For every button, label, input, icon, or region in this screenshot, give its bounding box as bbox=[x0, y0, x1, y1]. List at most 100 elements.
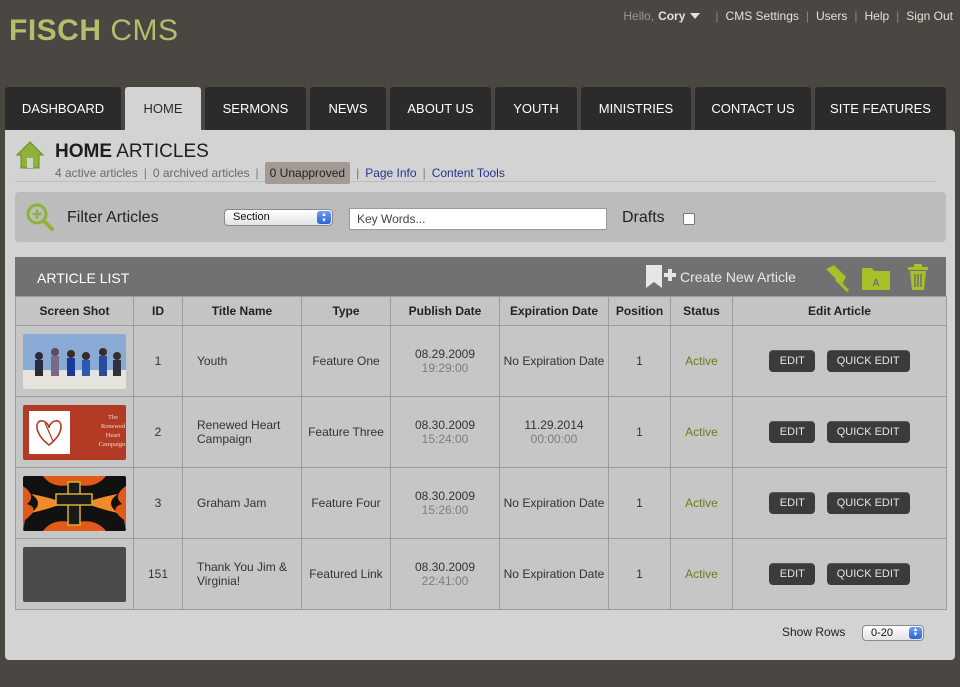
row-publish-date: 08.30.2009 15:24:00 bbox=[390, 396, 500, 468]
status-badge[interactable]: Active bbox=[670, 538, 733, 610]
main-nav-tabs: DASHBOARD HOME SERMONS NEWS ABOUT US YOU… bbox=[5, 87, 950, 130]
unapproved-badge[interactable]: 0 Unapproved bbox=[264, 162, 351, 184]
table-row: The Renewed Heart Campaign 2 Renewed Heart … bbox=[15, 396, 947, 468]
content-tools-link[interactable]: Content Tools bbox=[432, 166, 505, 180]
article-table: Screen Shot ID Title Name Type Publish D… bbox=[15, 296, 947, 610]
users-link[interactable]: Users bbox=[816, 9, 847, 23]
tab-site-features[interactable]: SITE FEATURES bbox=[815, 87, 946, 130]
row-position: 1 bbox=[608, 325, 671, 397]
status-badge[interactable]: Active bbox=[670, 396, 733, 468]
tab-sermons[interactable]: SERMONS bbox=[205, 87, 306, 130]
col-type[interactable]: Type bbox=[301, 296, 391, 326]
quick-edit-button[interactable]: QUICK EDIT bbox=[826, 492, 910, 514]
quick-edit-button[interactable]: QUICK EDIT bbox=[826, 563, 910, 585]
row-title[interactable]: Thank You Jim & Virginia! bbox=[182, 538, 302, 610]
greeting: Hello, bbox=[623, 9, 655, 23]
col-title-name[interactable]: Title Name bbox=[182, 296, 302, 326]
table-row: 151 Thank You Jim & Virginia! Featured L… bbox=[15, 538, 947, 610]
edit-button[interactable]: EDIT bbox=[769, 492, 816, 514]
row-title[interactable]: Graham Jam bbox=[182, 467, 302, 539]
row-title[interactable]: Youth bbox=[182, 325, 302, 397]
rows-per-page-select[interactable]: 0-20 ▲ ▼ bbox=[862, 625, 924, 641]
filter-bar: Filter Articles Section ▲▼ Drafts bbox=[15, 192, 946, 242]
show-rows-label: Show Rows bbox=[782, 625, 846, 639]
col-position[interactable]: Position bbox=[608, 296, 671, 326]
edit-button[interactable]: EDIT bbox=[769, 421, 816, 443]
row-id: 1 bbox=[133, 325, 183, 397]
svg-text:A: A bbox=[872, 278, 879, 289]
select-arrows-icon: ▲ ▼ bbox=[317, 211, 331, 224]
row-expiration-date: 11.29.2014 00:00:00 bbox=[499, 396, 609, 468]
trash-icon[interactable] bbox=[902, 261, 934, 293]
page-info-link[interactable]: Page Info bbox=[365, 166, 416, 180]
tab-youth[interactable]: YOUTH bbox=[495, 87, 577, 130]
archived-count: 0 archived articles bbox=[152, 166, 250, 180]
row-actions: EDIT QUICK EDIT bbox=[732, 467, 947, 539]
create-article-button[interactable]: Create New Article bbox=[680, 269, 796, 285]
row-publish-date: 08.30.2009 22:41:00 bbox=[390, 538, 500, 610]
user-name[interactable]: Cory bbox=[658, 9, 685, 23]
filter-label: Filter Articles bbox=[67, 209, 159, 226]
row-position: 1 bbox=[608, 396, 671, 468]
table-row: 1 Youth Feature One 08.29.2009 19:29:00 … bbox=[15, 325, 947, 397]
quick-edit-button[interactable]: QUICK EDIT bbox=[826, 350, 910, 372]
page-title: HOME ARTICLES bbox=[55, 141, 209, 162]
table-header-row: Screen Shot ID Title Name Type Publish D… bbox=[15, 296, 947, 326]
help-link[interactable]: Help bbox=[864, 9, 889, 23]
create-article-icon[interactable] bbox=[643, 262, 677, 294]
row-type: Feature Four bbox=[301, 467, 391, 539]
sign-out-link[interactable]: Sign Out bbox=[906, 9, 953, 23]
drafts-checkbox[interactable] bbox=[683, 213, 695, 225]
tab-contact-us[interactable]: CONTACT US bbox=[695, 87, 811, 130]
tab-ministries[interactable]: MINISTRIES bbox=[581, 87, 691, 130]
article-list-header: ARTICLE LIST Create New Article A bbox=[15, 257, 946, 296]
tab-news[interactable]: NEWS bbox=[310, 87, 386, 130]
row-type: Feature One bbox=[301, 325, 391, 397]
col-status[interactable]: Status bbox=[670, 296, 733, 326]
pushpin-icon[interactable] bbox=[820, 261, 852, 293]
drafts-label: Drafts bbox=[622, 209, 665, 226]
archive-folder-icon[interactable]: A bbox=[860, 261, 892, 293]
row-position: 1 bbox=[608, 467, 671, 539]
flame-cross-thumbnail[interactable] bbox=[23, 475, 126, 531]
select-arrows-icon: ▲ ▼ bbox=[909, 627, 922, 639]
col-screen-shot[interactable]: Screen Shot bbox=[15, 296, 134, 326]
row-title[interactable]: Renewed Heart Campaign bbox=[182, 396, 302, 468]
status-badge[interactable]: Active bbox=[670, 325, 733, 397]
keywords-input[interactable] bbox=[349, 208, 607, 230]
user-menu-caret-icon[interactable] bbox=[690, 13, 701, 19]
status-badge[interactable]: Active bbox=[670, 467, 733, 539]
col-expiration-date[interactable]: Expiration Date bbox=[499, 296, 609, 326]
article-list-title: ARTICLE LIST bbox=[37, 270, 130, 286]
edit-button[interactable]: EDIT bbox=[769, 563, 816, 585]
row-id: 2 bbox=[133, 396, 183, 468]
empty-thumbnail[interactable] bbox=[23, 546, 126, 602]
active-count: 4 active articles bbox=[55, 166, 138, 180]
renewed-heart-thumbnail[interactable]: The Renewed Heart Campaign bbox=[23, 404, 126, 460]
row-type: Feature Three bbox=[301, 396, 391, 468]
tab-home[interactable]: HOME bbox=[125, 87, 201, 130]
section-select[interactable]: Section ▲ ▼ bbox=[224, 209, 333, 226]
col-publish-date[interactable]: Publish Date bbox=[390, 296, 500, 326]
row-type: Featured Link bbox=[301, 538, 391, 610]
home-icon bbox=[15, 141, 45, 169]
cms-settings-link[interactable]: CMS Settings bbox=[726, 9, 799, 23]
magnifier-plus-icon bbox=[26, 203, 54, 231]
youth-thumbnail[interactable] bbox=[23, 333, 126, 389]
row-expiration-date: No Expiration Date bbox=[499, 538, 609, 610]
row-position: 1 bbox=[608, 538, 671, 610]
col-edit-article: Edit Article bbox=[732, 296, 947, 326]
cms-logo[interactable]: FISCH CMS bbox=[9, 14, 179, 48]
row-id: 151 bbox=[133, 538, 183, 610]
main-panel: HOME ARTICLES 4 active articles | 0 arch… bbox=[5, 130, 955, 660]
edit-button[interactable]: EDIT bbox=[769, 350, 816, 372]
table-row: 3 Graham Jam Feature Four 08.30.2009 15:… bbox=[15, 467, 947, 539]
tab-about-us[interactable]: ABOUT US bbox=[390, 87, 491, 130]
row-id: 3 bbox=[133, 467, 183, 539]
col-id[interactable]: ID bbox=[133, 296, 183, 326]
quick-edit-button[interactable]: QUICK EDIT bbox=[826, 421, 910, 443]
tab-dashboard[interactable]: DASHBOARD bbox=[5, 87, 121, 130]
row-actions: EDIT QUICK EDIT bbox=[732, 538, 947, 610]
account-links: Hello, Cory | CMS Settings | Users | Hel… bbox=[623, 9, 953, 23]
row-publish-date: 08.30.2009 15:26:00 bbox=[390, 467, 500, 539]
